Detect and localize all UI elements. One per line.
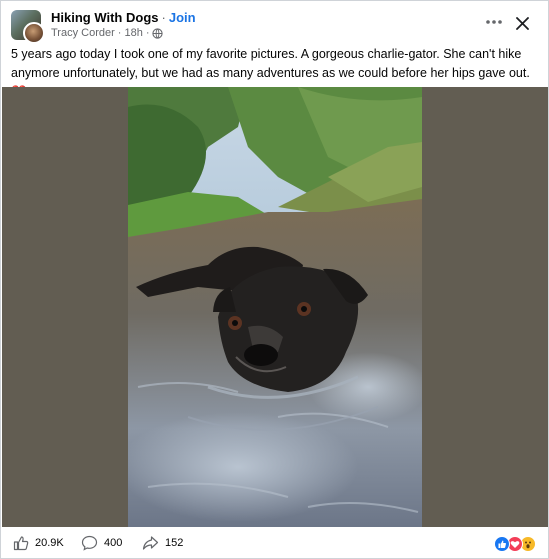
meta-separator: · [117, 27, 122, 39]
close-icon [515, 16, 529, 30]
author-name-link[interactable]: Tracy Corder [51, 27, 115, 39]
group-name-link[interactable]: Hiking With Dogs [51, 10, 159, 25]
close-button[interactable] [511, 12, 533, 34]
globe-icon [152, 27, 164, 39]
comment-bubble-icon [81, 535, 98, 551]
post-media[interactable] [2, 87, 548, 527]
meta-separator: · [145, 27, 150, 39]
like-stat[interactable]: 20.9K [13, 535, 64, 551]
reaction-summary[interactable] [494, 536, 540, 552]
post-card: Hiking With Dogs · Join Tracy Corder · 18h… [0, 0, 549, 559]
more-horizontal-icon [486, 20, 502, 24]
more-options-button[interactable] [482, 12, 506, 32]
like-reaction-icon [494, 536, 510, 552]
dog-swimming-photo [128, 87, 422, 527]
shares-count: 152 [165, 537, 184, 549]
post-photo[interactable] [128, 87, 422, 527]
join-button[interactable]: Join [169, 10, 196, 25]
post-body: 5 years ago today I took one of my favor… [11, 47, 530, 80]
post-header-title: Hiking With Dogs · Join [51, 10, 196, 25]
post-meta: Tracy Corder · 18h · [51, 27, 164, 39]
comments-count: 400 [104, 537, 123, 549]
share-stat[interactable]: 152 [142, 535, 183, 551]
comment-stat[interactable]: 400 [81, 535, 122, 551]
share-arrow-icon [142, 536, 159, 550]
user-avatar[interactable] [23, 22, 45, 44]
post-timestamp[interactable]: 18h [124, 27, 142, 39]
thumbs-up-icon [13, 536, 29, 551]
title-separator: · [161, 10, 166, 25]
post-actions: 20.9K 400 152 [1, 529, 548, 558]
likes-count: 20.9K [35, 537, 64, 549]
group-avatar[interactable] [11, 10, 45, 44]
